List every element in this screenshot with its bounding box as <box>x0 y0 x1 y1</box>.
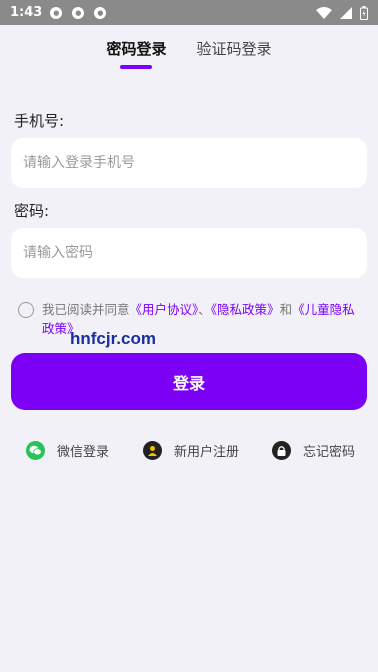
status-right-icons <box>316 5 368 20</box>
forgot-password-link[interactable]: 忘记密码 <box>272 441 355 460</box>
tab-label: 密码登录 <box>106 40 167 58</box>
password-input[interactable] <box>11 228 367 278</box>
password-label: 密码: <box>14 202 50 220</box>
watermark: hnfcjr.com <box>70 329 156 348</box>
register-label: 新用户注册 <box>174 445 240 460</box>
tab-label: 验证码登录 <box>196 40 272 58</box>
wechat-icon <box>26 441 45 460</box>
wechat-login-label: 微信登录 <box>57 445 110 460</box>
tab-code-login[interactable]: 验证码登录 <box>197 38 272 69</box>
privacy-policy-link[interactable]: 《隐私政策》 <box>211 302 280 317</box>
agreement-prefix: 我已阅读并同意 <box>42 302 130 317</box>
login-tabs: 密码登录 验证码登录 <box>0 38 378 69</box>
lock-icon <box>272 441 291 460</box>
login-button[interactable]: 登录 <box>11 353 367 410</box>
agreement-separator: 、 <box>198 302 211 317</box>
status-time: 1:43 <box>10 5 43 20</box>
agreement-and: 和 <box>279 302 293 317</box>
battery-icon <box>360 5 368 20</box>
notification-icon: ● <box>94 6 107 19</box>
wifi-icon <box>316 6 332 19</box>
notification-icon: ● <box>72 6 85 19</box>
user-icon <box>143 441 162 460</box>
tab-password-login[interactable]: 密码登录 <box>106 38 167 69</box>
forgot-password-label: 忘记密码 <box>303 445 356 460</box>
wechat-login-link[interactable]: 微信登录 <box>26 441 109 460</box>
register-link[interactable]: 新用户注册 <box>143 441 239 460</box>
phone-label: 手机号: <box>14 112 65 130</box>
bottom-links: 微信登录 新用户注册 忘记密码 <box>0 441 378 463</box>
user-agreement-link[interactable]: 《用户协议》 <box>130 302 199 317</box>
tab-active-indicator <box>120 65 153 69</box>
notification-icon: ● <box>50 6 63 19</box>
signal-icon <box>340 6 352 19</box>
status-bar: 1:43 ● ● ● <box>0 0 378 25</box>
agreement-radio[interactable] <box>18 302 34 318</box>
phone-input[interactable] <box>11 138 367 188</box>
